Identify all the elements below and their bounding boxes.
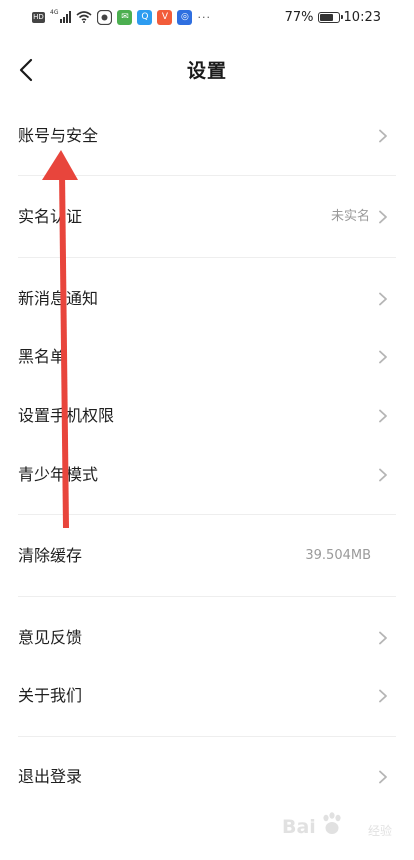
message-app-icon: ✉ [117,9,133,25]
assistant-app-icon [97,9,113,25]
search-app-icon: Q [137,9,153,25]
group-divider [18,257,396,258]
baidu-watermark: Bai 经验 [282,810,392,844]
watermark-logo-text: Bai [282,816,316,838]
settings-row-label: 账号与安全 [18,126,99,145]
settings-row[interactable]: 黑名单 [0,332,414,382]
settings-row[interactable]: 新消息通知 [0,274,414,324]
settings-row-label: 青少年模式 [18,465,99,484]
battery-level [319,13,333,21]
group-divider [18,175,396,176]
settings-row-label: 清除缓存 [18,546,83,565]
chevron-right-icon [379,292,387,306]
settings-row[interactable]: 关于我们 [0,671,414,721]
page-title: 设置 [186,60,227,82]
settings-row-value: 未实名 [330,209,370,224]
battery-icon [317,11,343,23]
clock: 10:23 [343,9,381,25]
chevron-right-icon [379,350,387,364]
hd-icon: HD [32,11,45,23]
settings-row[interactable]: 退出登录 [0,752,414,802]
chevron-right-icon [379,689,387,703]
settings-row-label: 关于我们 [18,686,83,705]
bulb-app-icon: ◎ [177,9,193,25]
battery-percent: 77% [284,9,314,25]
settings-row[interactable]: 实名认证 未实名 [0,192,414,242]
v-app-icon: V [157,9,173,25]
group-divider [18,736,396,737]
wifi-icon [76,11,92,23]
chevron-right-icon [379,210,387,224]
settings-row-label: 黑名单 [18,347,67,366]
settings-row[interactable]: 意见反馈 [0,613,414,663]
more-notifications-icon: ··· [197,10,211,24]
settings-row[interactable]: 清除缓存 39.504MB [0,531,414,581]
group-divider [18,596,396,597]
nav-header: 设置 [0,44,414,96]
status-bar-right: 77% 10:23 [285,8,381,26]
network-type-label: 4G [50,9,59,16]
settings-row-label: 退出登录 [18,767,83,786]
chevron-right-icon [379,409,387,423]
chevron-right-icon [379,770,387,784]
status-bar: HD 4G ✉ Q V ◎ ··· 77% 10:23 [0,0,414,36]
chevron-right-icon [379,468,387,482]
chevron-right-icon [379,129,387,143]
group-divider [18,514,396,515]
settings-row-label: 新消息通知 [18,289,99,308]
settings-row[interactable]: 青少年模式 [0,450,414,500]
chevron-right-icon [379,631,387,645]
settings-row-label: 设置手机权限 [18,406,115,425]
status-app-icons: ✉ Q V ◎ [117,9,193,25]
settings-row[interactable]: 账号与安全 [0,111,414,161]
settings-row[interactable]: 设置手机权限 [0,391,414,441]
settings-row-value: 39.504MB [305,548,371,563]
paw-icon [323,812,341,834]
settings-row-label: 意见反馈 [18,628,83,647]
watermark-sub-text: 经验 [367,824,392,838]
status-bar-left: HD 4G ✉ Q V ◎ ··· [32,8,211,26]
settings-row-label: 实名认证 [18,207,83,226]
signal-icon [60,11,72,23]
